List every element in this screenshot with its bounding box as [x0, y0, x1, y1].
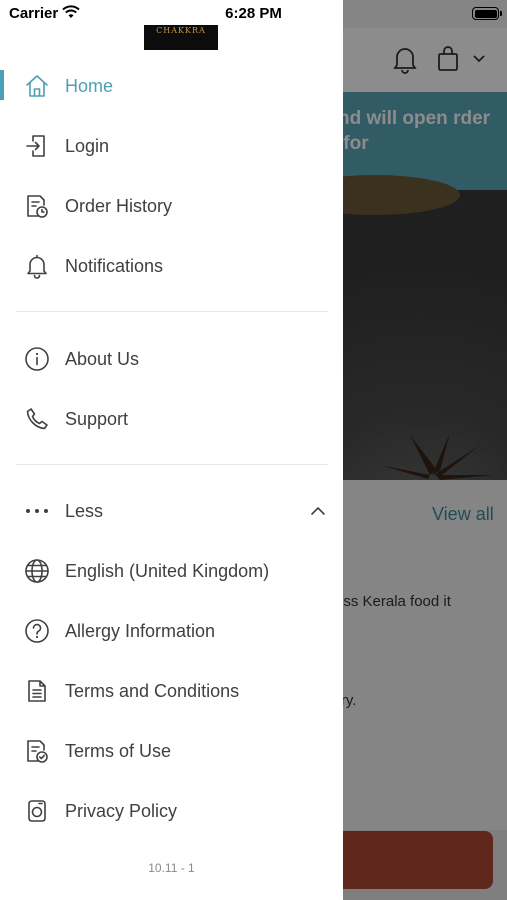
menu-item-label: Notifications	[65, 255, 164, 276]
menu-divider	[16, 464, 328, 465]
battery-icon	[472, 7, 499, 20]
status-time: 6:28 PM	[225, 5, 282, 22]
menu-item-language[interactable]: English (United Kingdom)	[0, 541, 343, 601]
home-icon	[26, 75, 48, 97]
menu-item-terms-of-use[interactable]: Terms of Use	[0, 721, 343, 781]
menu-item-label: Order History	[65, 195, 173, 216]
menu-item-home[interactable]: Home	[0, 56, 343, 116]
document-icon	[28, 680, 46, 702]
navigation-drawer: CHAKKRA Home Login Order History Notific…	[0, 0, 343, 900]
brand-logo[interactable]: CHAKKRA	[144, 25, 218, 50]
question-icon	[25, 619, 49, 643]
app-version: 10.11 - 1	[148, 861, 195, 875]
menu-item-label: Privacy Policy	[65, 800, 178, 821]
login-icon	[26, 135, 45, 157]
menu-item-label: Allergy Information	[65, 620, 216, 641]
menu-item-about-us[interactable]: About Us	[0, 329, 343, 389]
menu-item-label: Support	[65, 408, 129, 429]
menu-item-label: Terms and Conditions	[65, 680, 240, 701]
menu-item-label: Home	[65, 75, 114, 96]
menu-divider	[16, 311, 328, 312]
menu-item-label: About Us	[65, 348, 140, 369]
phone-icon	[26, 408, 48, 430]
battery-tip	[500, 11, 502, 16]
privacy-icon	[28, 800, 46, 822]
menu-item-label: Login	[65, 135, 110, 156]
more-dots-icon	[26, 509, 48, 513]
menu-item-notifications[interactable]: Notifications	[0, 236, 343, 296]
menu-item-privacy-policy[interactable]: Privacy Policy	[0, 781, 343, 841]
menu-item-label: English (United Kingdom)	[65, 560, 270, 581]
menu-item-less-toggle[interactable]: Less	[0, 481, 343, 541]
menu-item-order-history[interactable]: Order History	[0, 176, 343, 236]
bell-icon	[27, 254, 47, 279]
menu-item-label: Terms of Use	[65, 740, 172, 761]
menu-item-label: Less	[65, 500, 104, 521]
menu-item-support[interactable]: Support	[0, 389, 343, 449]
info-icon	[25, 347, 49, 371]
menu-item-login[interactable]: Login	[0, 116, 343, 176]
globe-icon	[25, 559, 49, 583]
status-bar: Carrier 6:28 PM	[0, 0, 507, 28]
chevron-up-icon	[311, 507, 325, 515]
document-check-icon	[27, 740, 48, 763]
menu-item-allergy-information[interactable]: Allergy Information	[0, 601, 343, 661]
order-history-icon	[27, 195, 48, 218]
menu-item-terms-and-conditions[interactable]: Terms and Conditions	[0, 661, 343, 721]
